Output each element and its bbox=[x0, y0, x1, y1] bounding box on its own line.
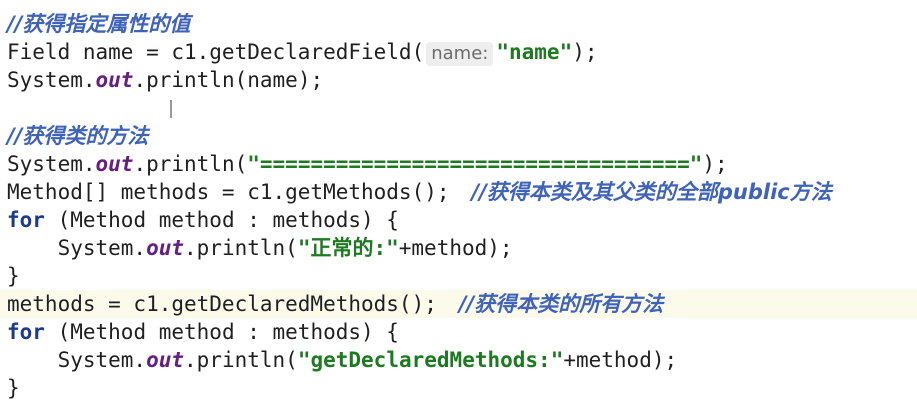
code-line-2: Field name = c1.getDeclaredField(name: "n… bbox=[7, 38, 598, 66]
code-text: } bbox=[7, 264, 20, 288]
code-line-1: //获得指定属性的值 bbox=[7, 10, 190, 38]
parameter-hint: name: bbox=[426, 42, 494, 66]
string-literal: "正常的:" bbox=[297, 236, 399, 260]
code-text: .println( bbox=[133, 152, 248, 176]
code-line-3: System.out.println(name); bbox=[7, 66, 323, 94]
code-text: System. bbox=[57, 348, 147, 372]
code-text: .println( bbox=[184, 236, 298, 260]
static-field: out bbox=[146, 236, 185, 260]
code-editor[interactable]: //获得指定属性的值 Field name = c1.getDeclaredFi… bbox=[0, 0, 917, 418]
static-field: out bbox=[95, 152, 134, 176]
code-line-11-current: methods = c1.getDeclaredMethods(); //获得本类… bbox=[0, 290, 917, 318]
comment: //获得类的方法 bbox=[7, 124, 149, 148]
code-text: (Method method : methods) { bbox=[44, 208, 399, 232]
code-line-5: //获得类的方法 bbox=[7, 122, 148, 150]
comment: //获得本类的所有方法 bbox=[458, 292, 664, 316]
code-line-9: System.out.println("正常的:"+method); bbox=[7, 234, 513, 262]
code-line-6: System.out.println("====================… bbox=[7, 150, 728, 178]
code-text: Field name = c1.getDeclaredField( bbox=[7, 40, 425, 64]
comment: //获得本类及其父类的全部public方法 bbox=[471, 180, 832, 204]
code-text: Method[] methods = c1.getMethods(); bbox=[7, 180, 450, 204]
code-line-10: } bbox=[7, 262, 20, 290]
string-literal: "name" bbox=[496, 40, 573, 64]
code-text: ); bbox=[572, 40, 598, 64]
code-text: .println(name); bbox=[133, 68, 324, 92]
code-text: System. bbox=[57, 236, 147, 260]
code-text: System. bbox=[7, 68, 96, 92]
code-text: System. bbox=[7, 152, 96, 176]
string-literal: "getDeclaredMethods:" bbox=[297, 348, 564, 372]
code-line-12: for (Method method : methods) { bbox=[7, 318, 399, 346]
static-field: out bbox=[95, 68, 134, 92]
text-cursor bbox=[170, 100, 172, 118]
code-text: } bbox=[7, 376, 20, 400]
code-text: ); bbox=[702, 152, 728, 176]
keyword: for bbox=[7, 208, 45, 232]
keyword: for bbox=[7, 320, 45, 344]
code-text: +method); bbox=[563, 348, 678, 372]
comment: //获得指定属性的值 bbox=[7, 12, 191, 36]
code-line-14: } bbox=[7, 374, 20, 402]
code-line-7: Method[] methods = c1.getMethods(); //获得本… bbox=[7, 178, 832, 206]
code-text: +method); bbox=[398, 236, 513, 260]
string-literal: "==================================" bbox=[247, 152, 703, 176]
code-text: methods = c1.getDeclaredMethods(); bbox=[7, 292, 437, 316]
static-field: out bbox=[146, 348, 185, 372]
code-text: (Method method : methods) { bbox=[44, 320, 399, 344]
code-line-8: for (Method method : methods) { bbox=[7, 206, 399, 234]
code-line-13: System.out.println("getDeclaredMethods:"… bbox=[7, 346, 678, 374]
code-text: .println( bbox=[184, 348, 298, 372]
